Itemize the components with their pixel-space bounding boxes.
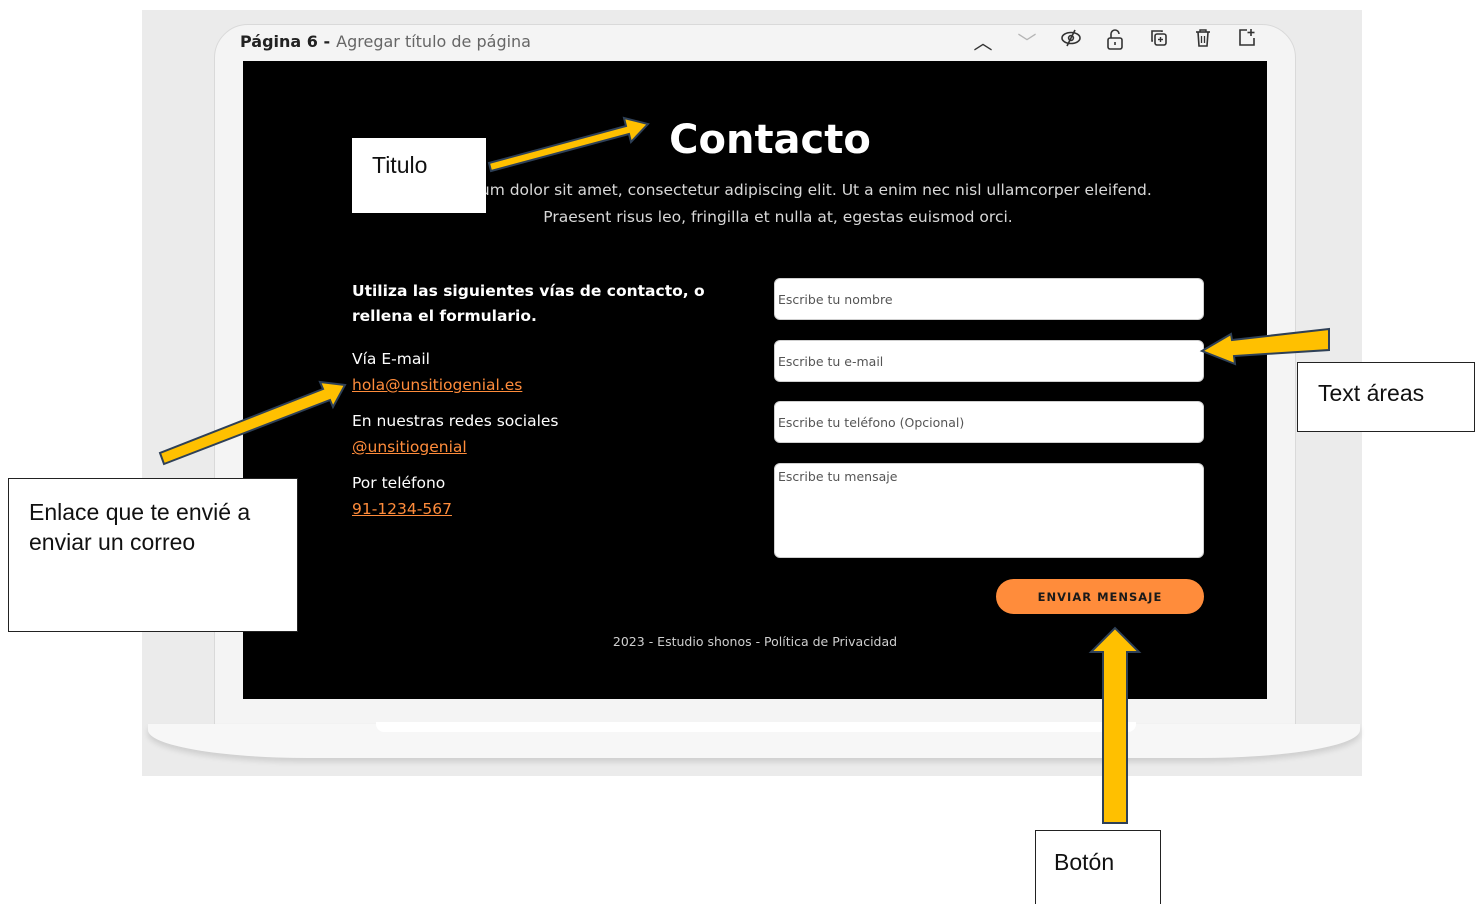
annotation-titulo: Titulo bbox=[352, 138, 486, 213]
message-textarea[interactable]: Escribe tu mensaje bbox=[774, 463, 1204, 558]
lock-open-icon[interactable] bbox=[1102, 28, 1128, 55]
intro-text: Lorem ipsum dolor sit amet, consectetur … bbox=[404, 181, 1152, 226]
annotation-enlace: Enlace que te envié a enviar un correo bbox=[8, 478, 298, 632]
laptop-notch bbox=[376, 722, 1136, 732]
annotation-text-areas: Text áreas bbox=[1297, 362, 1475, 432]
annotation-boton: Botón bbox=[1035, 830, 1161, 904]
trash-icon[interactable] bbox=[1190, 28, 1216, 55]
contact-heading: Utiliza las siguientes vías de contacto,… bbox=[352, 282, 705, 325]
footer-text: 2023 - Estudio shonos - Política de Priv… bbox=[612, 634, 898, 649]
email-input[interactable]: Escribe tu e-mail bbox=[774, 340, 1204, 382]
page-title-input[interactable]: Agregar título de página bbox=[336, 32, 531, 51]
social-link[interactable]: @unsitiogenial bbox=[352, 438, 467, 456]
social-label: En nuestras redes sociales bbox=[352, 412, 559, 430]
chevron-down-icon[interactable]: ﹀ bbox=[1014, 28, 1040, 55]
toolbar-icons: ︿ ﹀ bbox=[970, 28, 1260, 55]
send-message-button[interactable]: ENVIAR MENSAJE bbox=[996, 579, 1204, 614]
stage: Página 6 - Agregar título de página ︿ ﹀ … bbox=[0, 0, 1482, 904]
page-label: Página 6 - bbox=[240, 31, 331, 51]
add-page-icon[interactable] bbox=[1234, 28, 1260, 55]
phone-label: Por teléfono bbox=[352, 474, 446, 492]
chevron-up-icon[interactable]: ︿ bbox=[970, 28, 996, 55]
page-toolbar: Página 6 - Agregar título de página ︿ ﹀ bbox=[240, 26, 1270, 56]
eye-hidden-icon[interactable] bbox=[1058, 28, 1084, 55]
email-label: Vía E-mail bbox=[352, 350, 430, 368]
email-link[interactable]: hola@unsitiogenial.es bbox=[352, 376, 522, 394]
phone-input[interactable]: Escribe tu teléfono (Opcional) bbox=[774, 401, 1204, 443]
name-input[interactable]: Escribe tu nombre bbox=[774, 278, 1204, 320]
duplicate-icon[interactable] bbox=[1146, 28, 1172, 55]
phone-link[interactable]: 91-1234-567 bbox=[352, 500, 452, 518]
